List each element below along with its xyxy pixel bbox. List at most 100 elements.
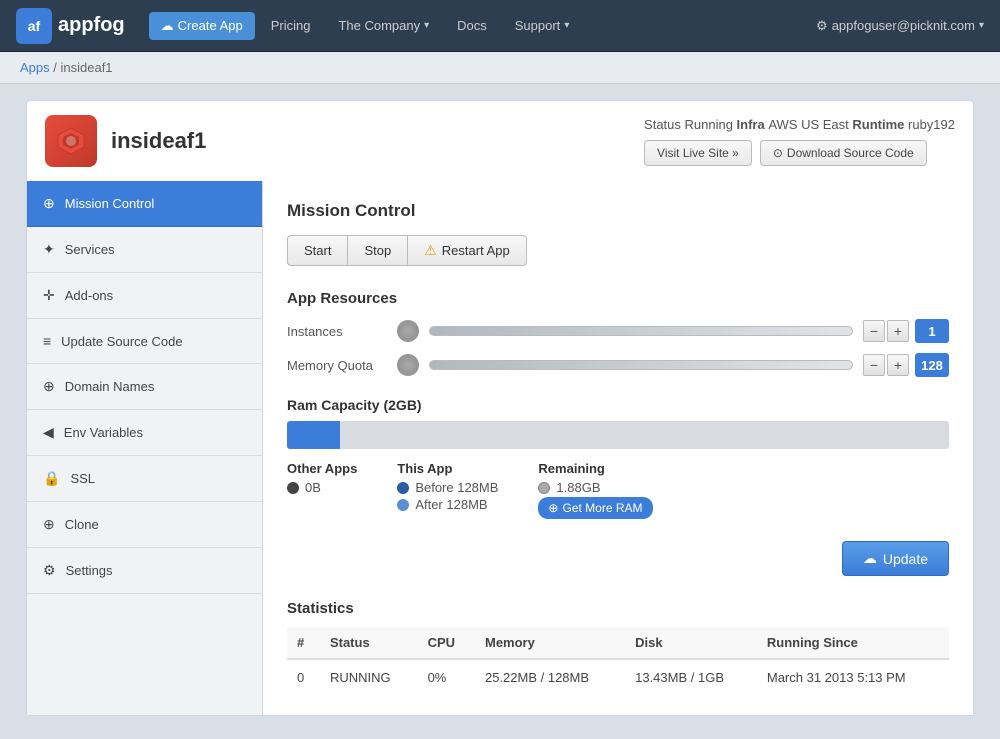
download-icon: ⊙ [773, 146, 783, 160]
infra-value: AWS US East [768, 117, 852, 132]
sidebar-item-env-variables[interactable]: ◀ Env Variables [27, 410, 262, 456]
sidebar-item-update-source-code[interactable]: ≡ Update Source Code [27, 319, 262, 364]
nav-support[interactable]: Support ▾ [503, 12, 582, 39]
sidebar-item-add-ons[interactable]: ✛ Add-ons [27, 273, 262, 319]
sidebar-item-clone[interactable]: ⊕ Clone [27, 502, 262, 548]
clone-icon: ⊕ [43, 516, 55, 533]
before-dot [397, 482, 409, 494]
instances-increase-button[interactable]: + [887, 320, 909, 342]
instances-row: Instances − + 1 [287, 319, 949, 343]
main-content: Mission Control Start Stop ⚠ Restart App… [263, 181, 973, 715]
get-more-ram-button[interactable]: ⊕ Get More RAM [538, 497, 652, 519]
env-variables-icon: ◀ [43, 424, 54, 441]
app-resources-section: App Resources Instances − + 1 Memory Quo… [287, 290, 949, 377]
ruby-icon [55, 125, 87, 157]
sidebar-item-services[interactable]: ✦ Services [27, 227, 262, 273]
memory-quota-increase-button[interactable]: + [887, 354, 909, 376]
action-buttons: Start Stop ⚠ Restart App [287, 235, 949, 266]
sidebar-item-settings[interactable]: ⚙ Settings [27, 548, 262, 594]
remaining-dot [538, 482, 550, 494]
user-menu[interactable]: ⚙ appfoguser@picknit.com ▾ [816, 18, 984, 34]
instances-label: Instances [287, 324, 387, 339]
ssl-icon: 🔒 [43, 470, 60, 487]
infra-label: Infra [737, 117, 769, 132]
breadcrumb-current: insideaf1 [61, 60, 113, 75]
after-dot [397, 499, 409, 511]
app-header-buttons: Visit Live Site » ⊙ Download Source Code [644, 140, 955, 166]
instances-value: 1 [915, 319, 949, 343]
stop-button[interactable]: Stop [347, 235, 407, 266]
chevron-down-icon: ▾ [424, 20, 429, 31]
col-running-since: Running Since [757, 627, 949, 659]
update-row: ☁ Update [287, 541, 949, 576]
app-resources-title: App Resources [287, 290, 949, 307]
ram-legend: Other Apps 0B This App Before 128MB [287, 461, 949, 521]
nav-the-company[interactable]: The Company ▾ [326, 12, 441, 39]
app-header-left: insideaf1 [45, 115, 206, 167]
this-app-title: This App [397, 461, 498, 476]
app-header-card: insideaf1 Status Running Infra AWS US Ea… [26, 100, 974, 181]
download-source-code-button[interactable]: ⊙ Download Source Code [760, 140, 927, 166]
sidebar-item-mission-control[interactable]: ⊕ Mission Control [27, 181, 262, 227]
status-line: Status Running Infra AWS US East Runtime… [644, 117, 955, 132]
update-button[interactable]: ☁ Update [842, 541, 949, 576]
main-container: insideaf1 Status Running Infra AWS US Ea… [10, 84, 990, 732]
row-disk: 13.43MB / 1GB [625, 659, 757, 695]
settings-icon: ⚙ [43, 562, 56, 579]
statistics-section: Statistics # Status CPU Memory Disk Runn… [287, 600, 949, 695]
col-num: # [287, 627, 320, 659]
nav-create-app[interactable]: ☁ Create App [149, 12, 255, 40]
table-header: # Status CPU Memory Disk Running Since [287, 627, 949, 659]
row-num: 0 [287, 659, 320, 695]
brand: af appfog [16, 8, 125, 44]
memory-quota-row: Memory Quota − + 128 [287, 353, 949, 377]
status-label: Status [644, 117, 684, 132]
nav-pricing[interactable]: Pricing [259, 12, 323, 39]
update-source-icon: ≡ [43, 333, 51, 349]
ram-capacity-section: Ram Capacity (2GB) Other Apps 0B This Ap [287, 397, 949, 521]
navbar: af appfog ☁ Create App Pricing The Compa… [0, 0, 1000, 52]
warning-icon: ⚠ [424, 242, 437, 259]
sidebar-item-ssl[interactable]: 🔒 SSL [27, 456, 262, 502]
brand-name: appfog [58, 14, 125, 37]
restart-app-button[interactable]: ⚠ Restart App [407, 235, 527, 266]
remaining-legend: Remaining 1.88GB ⊕ Get More RAM [538, 461, 652, 521]
gear-icon: ⚙ [816, 18, 828, 34]
nav-docs[interactable]: Docs [445, 12, 499, 39]
col-memory: Memory [475, 627, 625, 659]
col-status: Status [320, 627, 418, 659]
status-value: Running [685, 117, 737, 132]
ram-bar-used [287, 421, 340, 449]
sidebar-item-domain-names[interactable]: ⊕ Domain Names [27, 364, 262, 410]
get-more-ram-item: ⊕ Get More RAM [538, 497, 652, 519]
breadcrumb: Apps / insideaf1 [0, 52, 1000, 84]
memory-quota-slider-track[interactable] [429, 360, 853, 370]
memory-quota-decrease-button[interactable]: − [863, 354, 885, 376]
remaining-title: Remaining [538, 461, 652, 476]
mission-control-icon: ⊕ [43, 195, 55, 212]
col-disk: Disk [625, 627, 757, 659]
row-cpu: 0% [418, 659, 475, 695]
sidebar: ⊕ Mission Control ✦ Services ✛ Add-ons ≡… [27, 181, 263, 715]
brand-logo: af [16, 8, 52, 44]
breadcrumb-apps-link[interactable]: Apps [20, 60, 50, 75]
services-icon: ✦ [43, 241, 55, 258]
app-name: insideaf1 [111, 128, 206, 154]
ram-capacity-title: Ram Capacity (2GB) [287, 397, 949, 413]
after-value: After 128MB [415, 497, 487, 512]
start-button[interactable]: Start [287, 235, 347, 266]
memory-slider-handle [397, 354, 419, 376]
visit-live-site-button[interactable]: Visit Live Site » [644, 140, 752, 166]
other-apps-title: Other Apps [287, 461, 357, 476]
remaining-value: 1.88GB [556, 480, 600, 495]
other-apps-dot [287, 482, 299, 494]
this-app-legend: This App Before 128MB After 128MB [397, 461, 498, 521]
instances-slider-track[interactable] [429, 326, 853, 336]
content-area: ⊕ Mission Control ✦ Services ✛ Add-ons ≡… [26, 181, 974, 716]
before-value-item: Before 128MB [397, 480, 498, 495]
statistics-title: Statistics [287, 600, 949, 617]
instances-slider-handle [397, 320, 419, 342]
instances-decrease-button[interactable]: − [863, 320, 885, 342]
add-ons-icon: ✛ [43, 287, 55, 304]
memory-quota-label: Memory Quota [287, 358, 387, 373]
